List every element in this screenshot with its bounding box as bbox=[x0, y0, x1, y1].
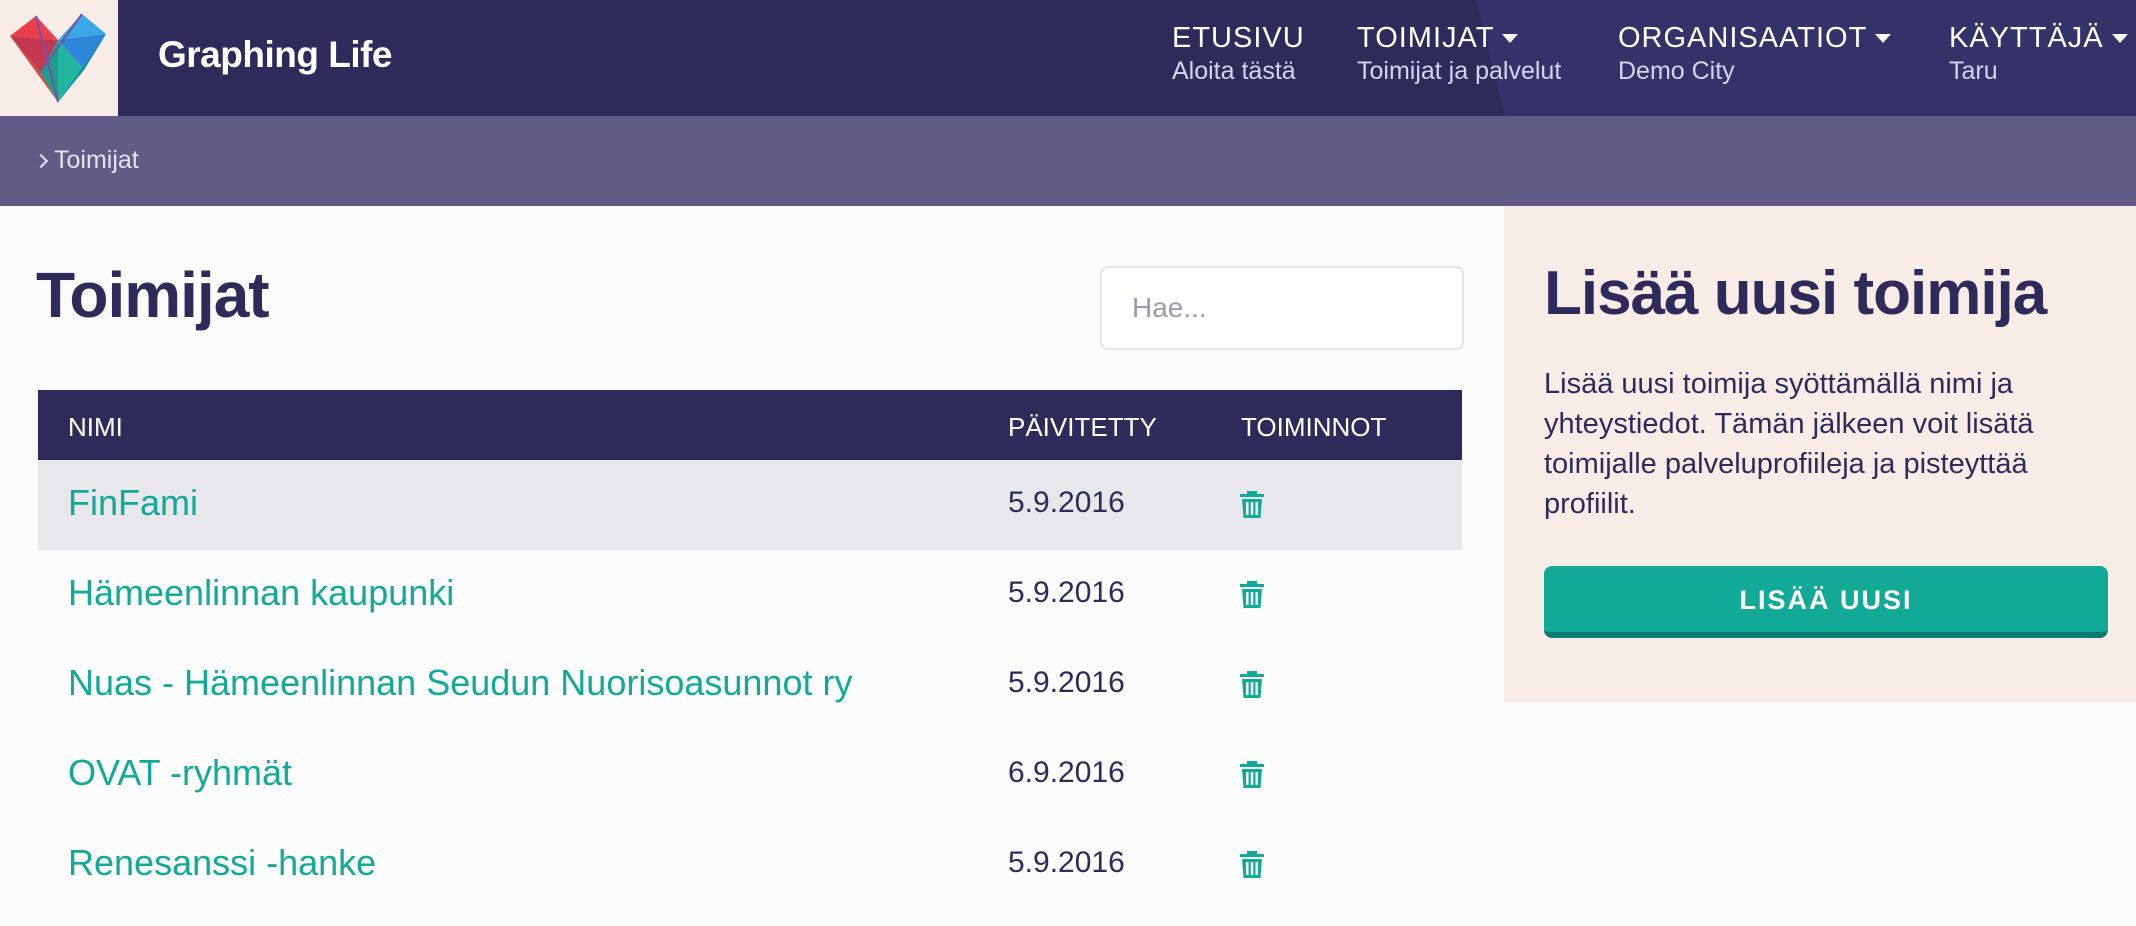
nav-sublabel: Taru bbox=[1949, 57, 1998, 85]
nav-label: ORGANISAATIOT bbox=[1618, 22, 1868, 54]
nav-kayttaja[interactable]: KÄYTTÄJÄ Taru bbox=[1949, 22, 2128, 86]
nav-label: ETUSIVU bbox=[1172, 22, 1305, 54]
updated-date: 5.9.2016 bbox=[1008, 576, 1125, 609]
column-header-name[interactable]: NIMI bbox=[68, 412, 123, 443]
panel-description: Lisää uusi toimija syöttämällä nimi ja y… bbox=[1544, 368, 2034, 520]
breadcrumb-item[interactable]: Toimijat bbox=[33, 146, 139, 175]
table-row[interactable]: OVAT -ryhmät 6.9.2016 bbox=[38, 730, 1462, 820]
panel-title: Lisää uusi toimija bbox=[1544, 259, 2047, 328]
nav-etusivu[interactable]: ETUSIVU Aloita tästä bbox=[1172, 22, 1305, 86]
caret-down-icon bbox=[1502, 34, 1519, 43]
breadcrumb-label: Toimijat bbox=[54, 146, 139, 174]
column-header-actions: TOIMINNOT bbox=[1241, 412, 1387, 442]
add-actor-panel: Lisää uusi toimija Lisää uusi toimija sy… bbox=[1504, 206, 2136, 702]
brand-name[interactable]: Graphing Life bbox=[158, 34, 393, 76]
page-title: Toimijat bbox=[36, 259, 270, 331]
updated-date: 5.9.2016 bbox=[1008, 486, 1125, 519]
logo[interactable] bbox=[0, 0, 118, 116]
actor-link[interactable]: OVAT -ryhmät bbox=[68, 752, 292, 794]
top-header: Graphing Life ETUSIVU Aloita tästä TOIMI… bbox=[0, 0, 2136, 116]
nav-label: KÄYTTÄJÄ bbox=[1949, 22, 2104, 54]
trash-icon[interactable] bbox=[1238, 758, 1266, 790]
table-header: NIMI PÄIVITETTY TOIMINNOT bbox=[38, 390, 1462, 460]
add-new-button[interactable]: LISÄÄ UUSI bbox=[1544, 566, 2108, 638]
actors-table: NIMI PÄIVITETTY TOIMINNOT FinFami 5.9.20… bbox=[38, 390, 1462, 910]
trash-icon[interactable] bbox=[1238, 578, 1266, 610]
nav-organisaatiot[interactable]: ORGANISAATIOT Demo City bbox=[1618, 22, 1892, 86]
table-row[interactable]: Renesanssi -hanke 5.9.2016 bbox=[38, 820, 1462, 910]
caret-down-icon bbox=[2111, 34, 2128, 43]
actor-link[interactable]: FinFami bbox=[68, 482, 198, 524]
table-row[interactable]: FinFami 5.9.2016 bbox=[38, 460, 1462, 550]
search-input[interactable] bbox=[1100, 266, 1464, 350]
trash-icon[interactable] bbox=[1238, 488, 1266, 520]
actor-link[interactable]: Hämeenlinnan kaupunki bbox=[68, 572, 454, 614]
updated-date: 5.9.2016 bbox=[1008, 846, 1125, 879]
caret-down-icon bbox=[1875, 34, 1892, 43]
updated-date: 5.9.2016 bbox=[1008, 666, 1125, 699]
nav-toimijat[interactable]: TOIMIJAT Toimijat ja palvelut bbox=[1357, 22, 1561, 86]
actor-link[interactable]: Nuas - Hämeenlinnan Seudun Nuorisoasunno… bbox=[68, 662, 852, 704]
nav-sublabel: Demo City bbox=[1618, 57, 1735, 85]
trash-icon[interactable] bbox=[1238, 668, 1266, 700]
table-row[interactable]: Nuas - Hämeenlinnan Seudun Nuorisoasunno… bbox=[38, 640, 1462, 730]
actor-link[interactable]: Renesanssi -hanke bbox=[68, 842, 376, 884]
breadcrumb: Toimijat bbox=[0, 116, 2136, 206]
nav-label: TOIMIJAT bbox=[1357, 22, 1495, 54]
column-header-updated[interactable]: PÄIVITETTY bbox=[1008, 412, 1157, 443]
updated-date: 6.9.2016 bbox=[1008, 756, 1125, 789]
trash-icon[interactable] bbox=[1238, 848, 1266, 880]
logo-icon bbox=[10, 13, 106, 103]
nav-sublabel: Toimijat ja palvelut bbox=[1357, 57, 1562, 85]
nav-sublabel: Aloita tästä bbox=[1172, 57, 1296, 85]
chevron-right-icon bbox=[33, 153, 49, 168]
table-row[interactable]: Hämeenlinnan kaupunki 5.9.2016 bbox=[38, 550, 1462, 640]
